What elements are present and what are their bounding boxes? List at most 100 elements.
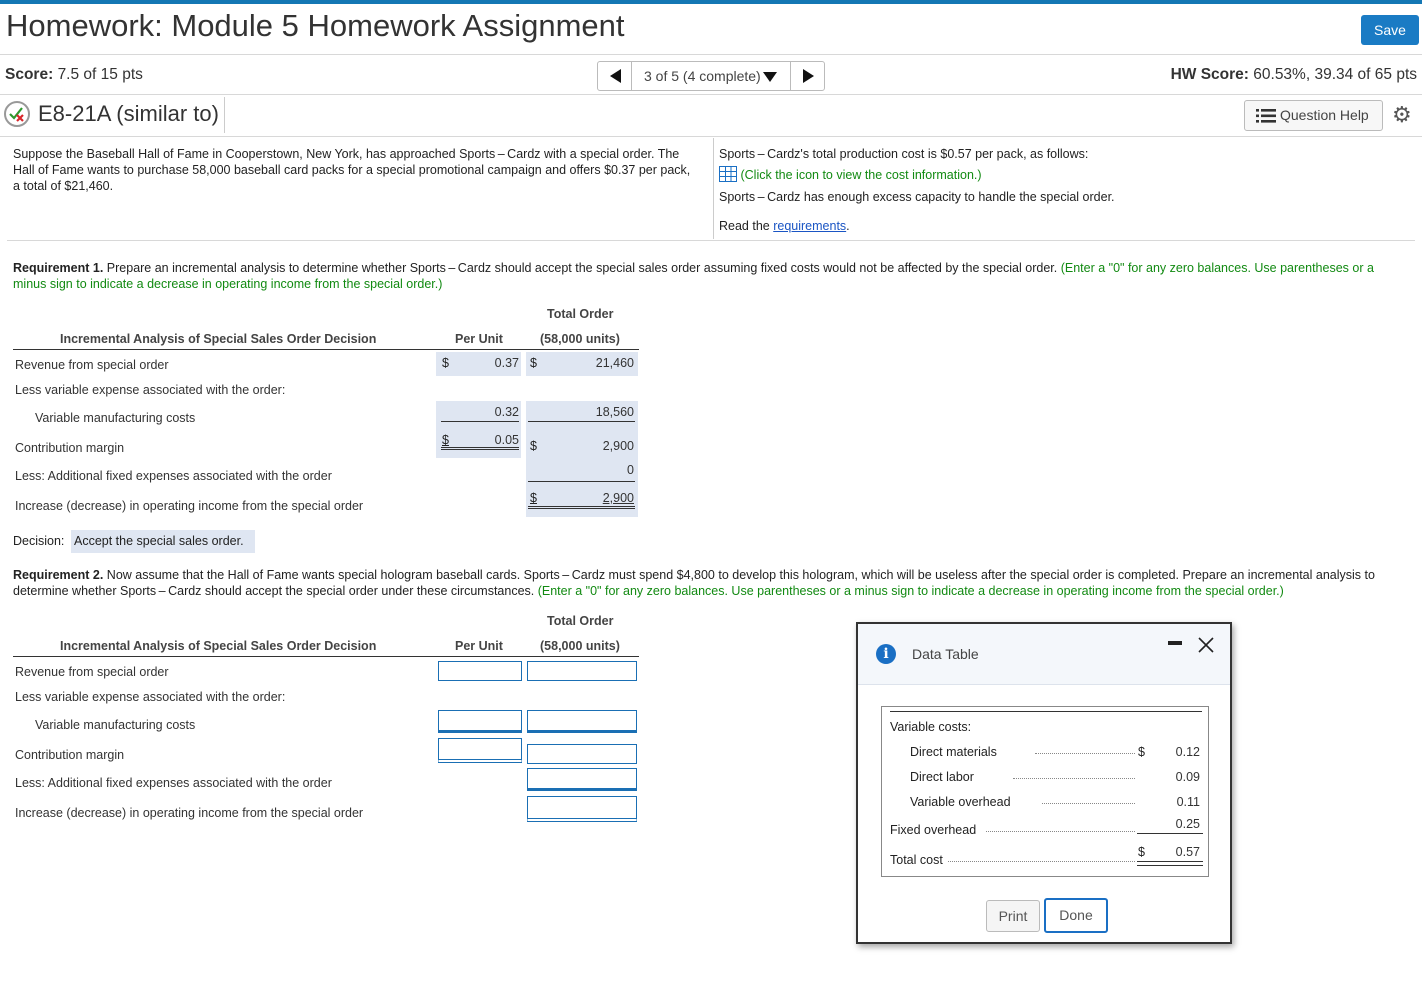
previous-question-button[interactable]	[598, 62, 632, 90]
cm-per-unit-input[interactable]	[438, 738, 522, 763]
decision-dropdown[interactable]: Accept the special sales order.	[71, 530, 255, 553]
done-button[interactable]: Done	[1044, 898, 1108, 933]
cost-table: Variable costs: Direct materials $ 0.12 …	[881, 706, 1209, 877]
cm-total-input[interactable]	[527, 744, 637, 764]
row-cm-label: Contribution margin	[15, 441, 124, 455]
divider	[0, 54, 1422, 55]
leader-dots	[1042, 793, 1135, 804]
req2-label: Requirement 2.	[13, 568, 103, 582]
leader-dots	[1013, 768, 1135, 779]
leader-dots	[1035, 743, 1135, 754]
answer-cell[interactable]: 18,560	[528, 404, 635, 424]
header-rule	[13, 656, 639, 657]
fixed-overhead-label: Fixed overhead	[890, 823, 976, 837]
question-help-label: Question Help	[1280, 107, 1369, 123]
cost-info-link[interactable]: (Click the icon to view the cost informa…	[719, 166, 1115, 183]
page-title: Homework: Module 5 Homework Assignment	[6, 8, 625, 44]
req1-label: Requirement 1.	[13, 261, 103, 275]
answer-cell[interactable]: $ 2,900	[528, 490, 635, 512]
answer-cell[interactable]: $ 2,900	[528, 438, 635, 458]
row-revenue-label: Revenue from special order	[15, 665, 169, 679]
table-rule	[890, 711, 1202, 712]
gear-icon[interactable]: ⚙	[1392, 102, 1412, 128]
leader-dots	[986, 821, 1135, 832]
answer-cell[interactable]: $ 0.05	[441, 431, 519, 453]
rev-per-unit: 0.37	[495, 356, 519, 370]
total-double-rule	[1137, 861, 1203, 866]
variable-overhead-value: 0.11	[1177, 795, 1200, 809]
req1-body: Prepare an incremental analysis to deter…	[103, 261, 1060, 275]
row-var-mfg-label: Variable manufacturing costs	[35, 411, 195, 425]
divider	[713, 138, 714, 239]
answer-cell[interactable]: 0.32	[441, 404, 519, 422]
arrow-left-icon	[610, 69, 621, 83]
requirements-link[interactable]: requirements	[773, 219, 846, 233]
dollar-sign: $	[442, 356, 449, 370]
answer-cell[interactable]: $ 0.37	[436, 352, 521, 376]
dialog-header: i Data Table	[858, 624, 1230, 685]
total-order-header: Total Order	[547, 307, 613, 321]
hw-score: HW Score: 60.53%, 39.34 of 65 pts	[1171, 66, 1417, 84]
cm-total: 2,900	[603, 439, 634, 453]
revenue-per-unit-input[interactable]	[438, 661, 522, 681]
per-unit-header: Per Unit	[455, 639, 503, 653]
save-button[interactable]: Save	[1361, 15, 1419, 45]
cost-line: Sports – Cardz's total production cost i…	[719, 146, 1115, 162]
direct-materials-label: Direct materials	[910, 745, 997, 759]
var-total: 18,560	[596, 405, 634, 419]
question-help-button[interactable]: Question Help	[1244, 100, 1383, 131]
row-less-var-label: Less variable expense associated with th…	[15, 383, 285, 397]
rev-total: 21,460	[596, 356, 634, 370]
var-per-unit: 0.32	[495, 405, 519, 419]
requirement-2-text: Requirement 2. Now assume that the Hall …	[13, 567, 1408, 599]
subtotal-rule	[1137, 833, 1203, 834]
var-mfg-total-input[interactable]	[527, 710, 637, 733]
capacity-text: Sports – Cardz has enough excess capacit…	[719, 189, 1115, 205]
var-mfg-per-unit-input[interactable]	[438, 710, 522, 733]
minimize-icon[interactable]	[1168, 641, 1182, 645]
row-increase-label: Increase (decrease) in operating income …	[15, 806, 363, 820]
requirements-line: Read the requirements.	[719, 218, 1115, 234]
total-cost-value: 0.57	[1176, 845, 1200, 859]
row-less-fixed-label: Less: Additional fixed expenses associat…	[15, 469, 332, 483]
read-the-text: Read the	[719, 219, 773, 233]
data-table-dialog: i Data Table Variable costs: Direct mate…	[856, 622, 1232, 944]
table-icon[interactable]	[719, 166, 737, 182]
dollar-sign: $	[1138, 745, 1145, 759]
question-id: E8-21A (similar to)	[38, 101, 219, 127]
fixed-total-input[interactable]	[527, 768, 637, 791]
decision-value: Accept the special sales order.	[74, 534, 244, 548]
variable-costs-label: Variable costs:	[890, 720, 971, 734]
close-icon[interactable]	[1198, 637, 1214, 653]
revenue-total-input[interactable]	[527, 661, 637, 681]
dropdown-arrow-icon[interactable]	[763, 72, 777, 82]
table-title: Incremental Analysis of Special Sales Or…	[60, 639, 376, 653]
req2-hint: (Enter a "0" for any zero balances. Use …	[538, 584, 1284, 598]
total-cost-label: Total cost	[890, 853, 943, 867]
dollar-sign: $	[530, 439, 537, 453]
answer-cell[interactable]: $ 21,460	[526, 352, 638, 376]
question-position[interactable]: 3 of 5 (4 complete)	[644, 68, 761, 84]
divider	[224, 97, 225, 133]
divider	[0, 94, 1422, 95]
variable-overhead-label: Variable overhead	[910, 795, 1011, 809]
next-question-button[interactable]	[790, 62, 825, 90]
print-button[interactable]: Print	[986, 900, 1040, 932]
click-icon-hint: (Click the icon to view the cost informa…	[740, 168, 981, 182]
divider	[7, 240, 1415, 241]
increase-total-input[interactable]	[527, 796, 637, 822]
answer-cell[interactable]: 0	[528, 462, 635, 482]
dialog-title: Data Table	[912, 646, 979, 662]
top-accent-bar	[0, 0, 1422, 4]
info-icon: i	[876, 644, 896, 664]
increase-total: 2,900	[603, 491, 634, 505]
requirement-1-text: Requirement 1. Prepare an incremental an…	[13, 260, 1408, 292]
partial-credit-icon	[4, 101, 30, 127]
units-header: (58,000 units)	[540, 639, 620, 653]
question-navigator: 3 of 5 (4 complete)	[597, 61, 825, 91]
cost-info: Sports – Cardz's total production cost i…	[719, 146, 1115, 234]
divider	[0, 136, 1422, 137]
dollar-sign: $	[442, 433, 449, 447]
score-value: 7.5 of 15 pts	[58, 66, 143, 83]
direct-labor-label: Direct labor	[910, 770, 974, 784]
